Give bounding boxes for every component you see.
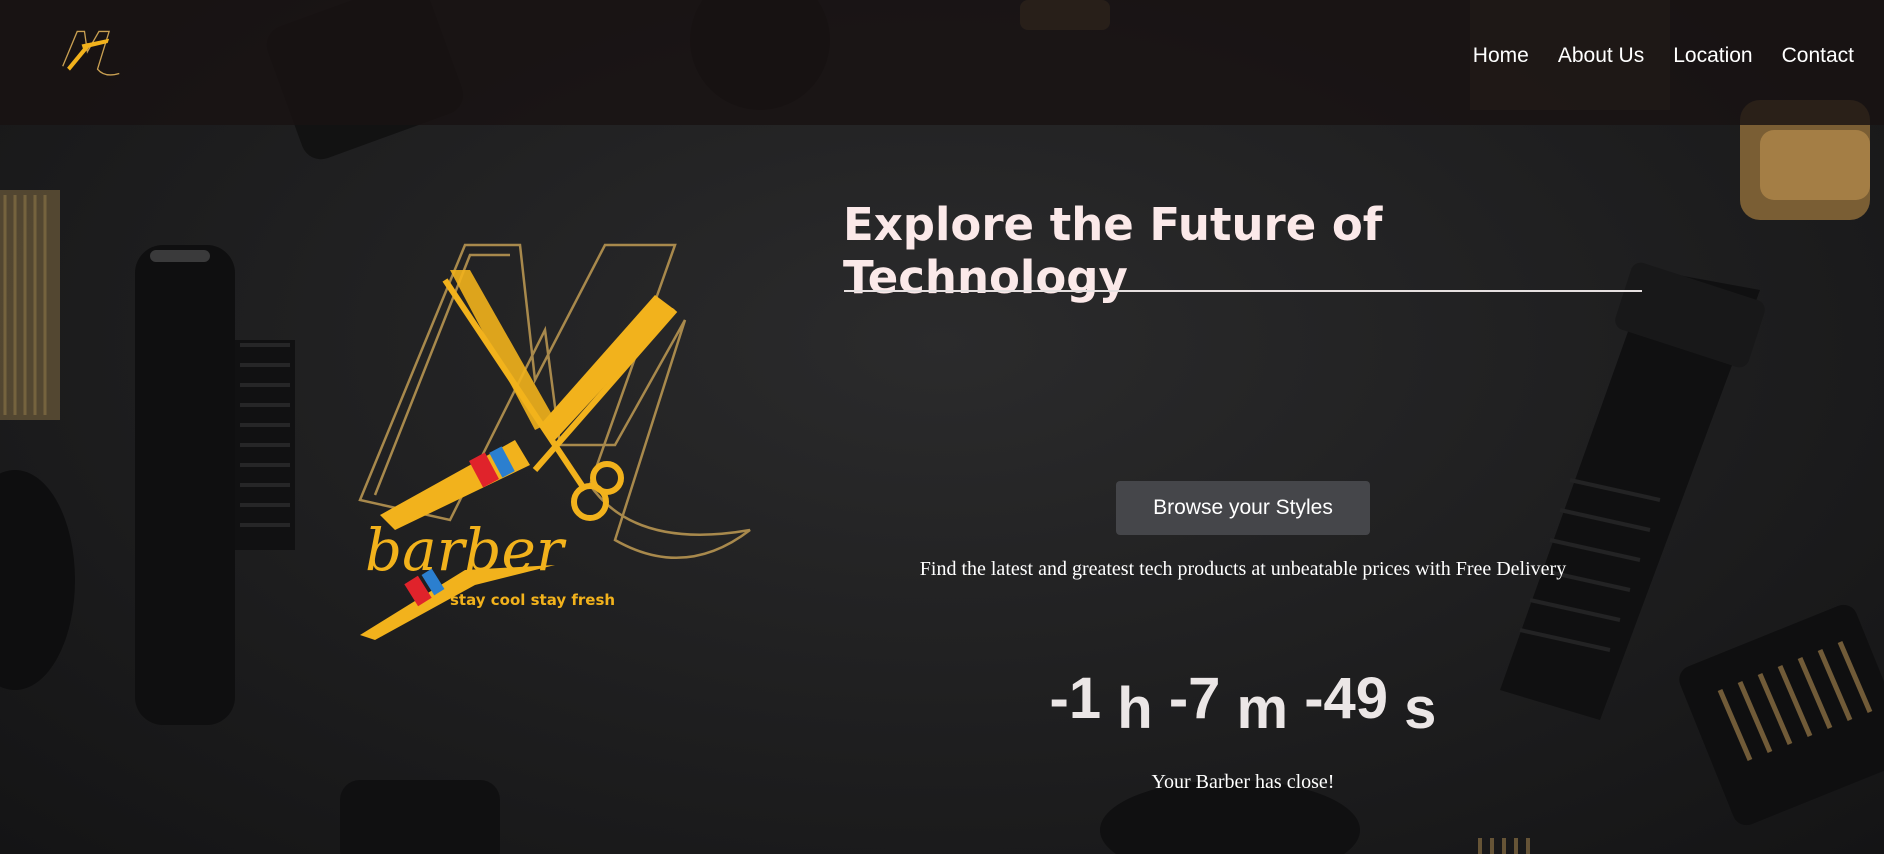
countdown-seconds-unit: s: [1404, 676, 1437, 741]
countdown-hours-unit: h: [1117, 676, 1153, 741]
nav-contact-link[interactable]: Contact: [1782, 44, 1854, 68]
countdown-minutes: -7: [1168, 666, 1221, 731]
nav-home-link[interactable]: Home: [1473, 44, 1529, 68]
browse-styles-button[interactable]: Browse your Styles: [1116, 481, 1370, 535]
tagline-text: Find the latest and greatest tech produc…: [919, 558, 1567, 580]
countdown-minutes-unit: m: [1236, 676, 1289, 741]
page-title: Explore the Future of Technology: [843, 198, 1383, 304]
navbar: Home About Us Location Contact: [0, 0, 1884, 125]
countdown-seconds: -49: [1304, 666, 1389, 731]
nav-about-link[interactable]: About Us: [1558, 44, 1644, 68]
title-divider: [844, 290, 1642, 292]
logo-slogan: stay cool stay fresh: [450, 591, 615, 609]
nav-location-link[interactable]: Location: [1673, 44, 1752, 68]
status-message: Your Barber has close!: [1151, 771, 1335, 793]
barber-logo-icon: barber stay cool stay fresh: [358, 243, 751, 640]
nav-links: Home About Us Location Contact: [1473, 44, 1854, 68]
countdown-hours: -1: [1049, 666, 1102, 731]
countdown-timer: -1 h -7 m -49 s: [843, 666, 1643, 742]
barber-logo-icon[interactable]: [58, 30, 124, 88]
